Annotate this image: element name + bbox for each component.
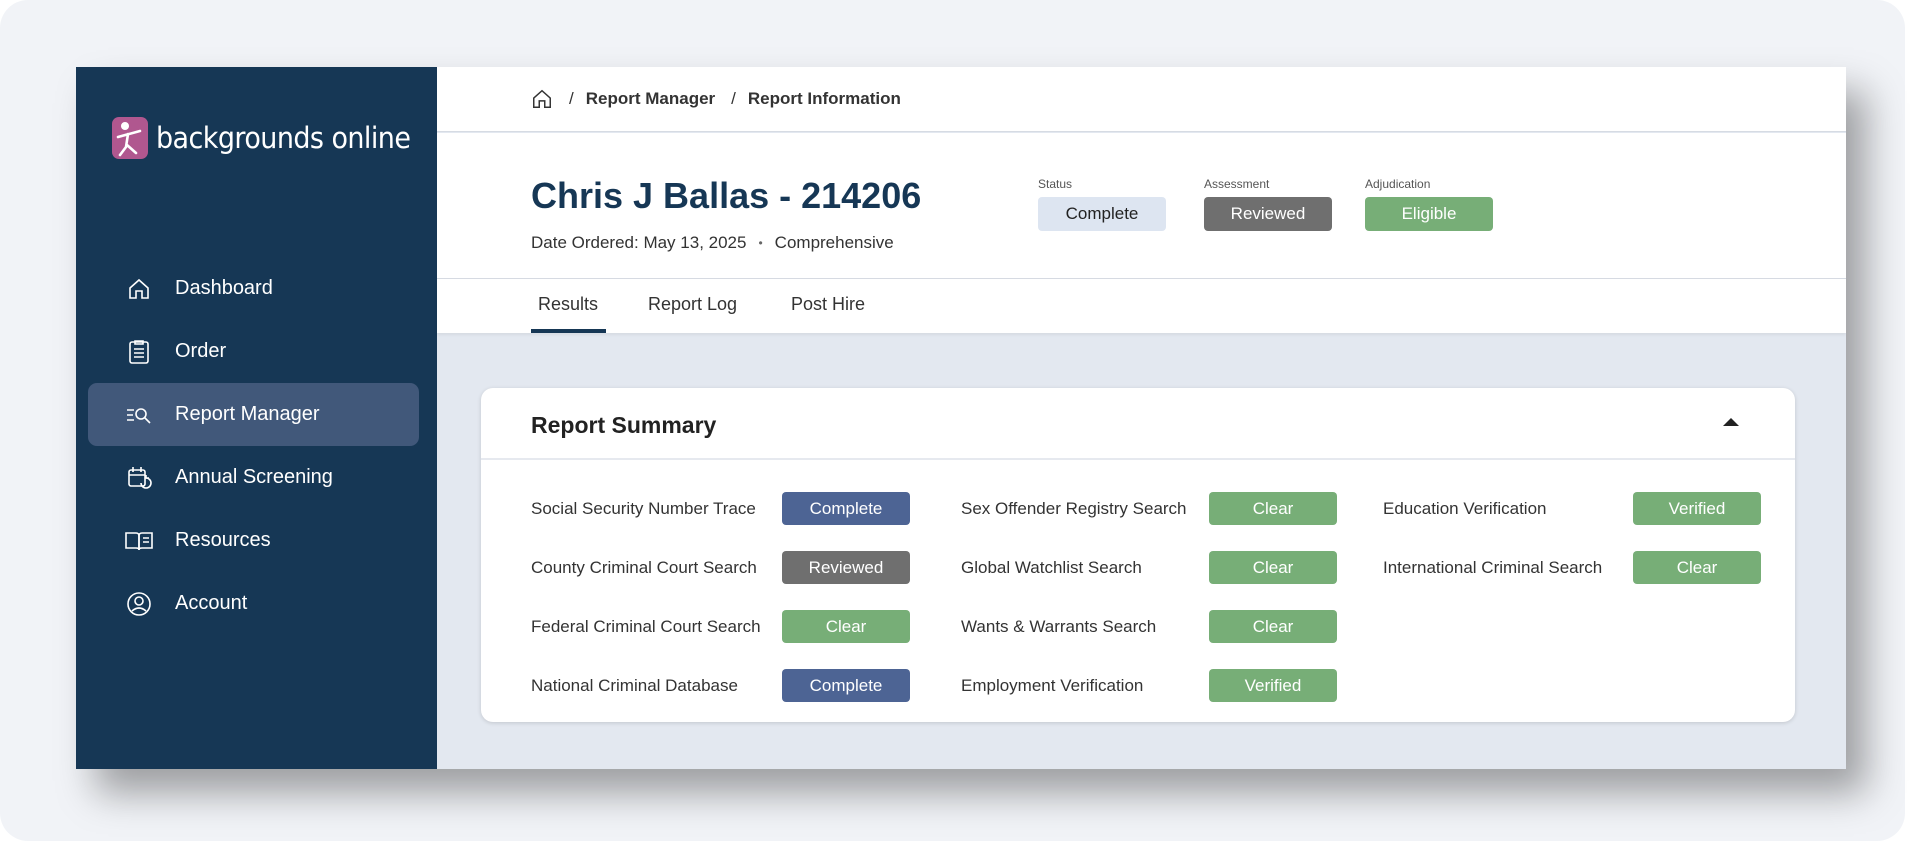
tab-report-log[interactable]: Report Log: [648, 294, 737, 315]
check-status-badge[interactable]: Verified: [1209, 669, 1337, 702]
status-group: Status Complete: [1038, 177, 1166, 231]
check-status-badge[interactable]: Clear: [1633, 551, 1761, 584]
active-tab-indicator: [531, 329, 606, 333]
adjudication-label: Adjudication: [1365, 177, 1431, 191]
sidebar-item-label: Resources: [175, 529, 271, 551]
page-title: Chris J Ballas - 214206: [531, 175, 922, 216]
breadcrumb-report-information: Report Information: [747, 89, 901, 108]
calendar-refresh-icon: [124, 463, 154, 493]
check-status-badge[interactable]: Complete: [782, 492, 910, 525]
sidebar-item-label: Dashboard: [175, 277, 273, 299]
home-icon: [124, 274, 154, 304]
check-label: Wants & Warrants Search: [961, 617, 1157, 636]
user-circle-icon: [124, 589, 154, 619]
brand-name: backgrounds online: [156, 121, 411, 155]
check-label: Employment Verification: [961, 676, 1144, 695]
breadcrumb: / Report Manager / Report Information: [437, 67, 1846, 132]
main-content: / Report Manager / Report Information Ch…: [437, 67, 1846, 769]
report-summary-card: Report Summary Social Security Number Tr…: [481, 388, 1795, 722]
sidebar-item-resources[interactable]: Resources: [88, 509, 419, 572]
sidebar-item-label: Annual Screening: [175, 466, 333, 488]
card-title: Report Summary: [531, 412, 717, 438]
status-badge: Complete: [1038, 197, 1166, 231]
sidebar-item-order[interactable]: Order: [88, 320, 419, 383]
search-list-icon: [124, 400, 154, 430]
sidebar-item-label: Account: [175, 592, 248, 614]
sidebar-item-report-manager[interactable]: Report Manager: [88, 383, 419, 446]
date-ordered: Date Ordered: May 13, 2025: [531, 233, 747, 252]
sidebar-item-account[interactable]: Account: [88, 572, 419, 635]
collapse-caret-icon[interactable]: [1723, 418, 1739, 426]
report-meta: Date Ordered: May 13, 2025 • Comprehensi…: [531, 233, 894, 253]
check-label: Education Verification: [1383, 499, 1547, 518]
card-header: Report Summary: [481, 388, 1795, 460]
sidebar-item-label: Report Manager: [175, 403, 320, 425]
app-window: backgrounds online Dashboard Order Repor…: [76, 67, 1846, 769]
check-status-badge[interactable]: Clear: [1209, 551, 1337, 584]
check-status-badge[interactable]: Clear: [782, 610, 910, 643]
assessment-label: Assessment: [1204, 177, 1270, 191]
book-icon: [124, 526, 154, 556]
meta-separator: •: [758, 236, 763, 250]
report-header: Chris J Ballas - 214206 Date Ordered: Ma…: [437, 133, 1846, 279]
check-status-badge[interactable]: Verified: [1633, 492, 1761, 525]
check-label: National Criminal Database: [531, 676, 738, 695]
sidebar-item-label: Order: [175, 340, 227, 362]
check-status-badge[interactable]: Reviewed: [782, 551, 910, 584]
brand-mark-icon: [112, 117, 148, 159]
check-label: County Criminal Court Search: [531, 558, 757, 577]
check-status-badge[interactable]: Clear: [1209, 610, 1337, 643]
clipboard-icon: [124, 337, 154, 367]
adjudication-badge: Eligible: [1365, 197, 1493, 231]
tab-results[interactable]: Results: [538, 294, 598, 315]
check-label: Sex Offender Registry Search: [961, 499, 1187, 518]
brand-logo[interactable]: backgrounds online: [112, 117, 430, 159]
check-label: Social Security Number Trace: [531, 499, 756, 518]
check-status-badge[interactable]: Clear: [1209, 492, 1337, 525]
adjudication-group: Adjudication Eligible: [1365, 177, 1493, 231]
breadcrumb-separator: /: [569, 89, 574, 108]
breadcrumb-separator: /: [731, 89, 736, 108]
tab-post-hire[interactable]: Post Hire: [791, 294, 865, 315]
sidebar-item-dashboard[interactable]: Dashboard: [88, 257, 419, 320]
check-label: Federal Criminal Court Search: [531, 617, 761, 636]
assessment-group: Assessment Reviewed: [1204, 177, 1332, 231]
check-status-badge[interactable]: Complete: [782, 669, 910, 702]
home-icon[interactable]: [531, 88, 553, 110]
check-label: International Criminal Search: [1383, 558, 1603, 577]
package-name: Comprehensive: [774, 233, 894, 252]
check-label: Global Watchlist Search: [961, 558, 1142, 577]
sidebar: backgrounds online Dashboard Order Repor…: [76, 67, 437, 769]
report-tabs: Results Report Log Post Hire: [437, 279, 1846, 333]
breadcrumb-report-manager[interactable]: Report Manager: [586, 89, 715, 109]
sidebar-item-annual-screening[interactable]: Annual Screening: [88, 446, 419, 509]
assessment-badge: Reviewed: [1204, 197, 1332, 231]
status-label: Status: [1038, 177, 1073, 191]
